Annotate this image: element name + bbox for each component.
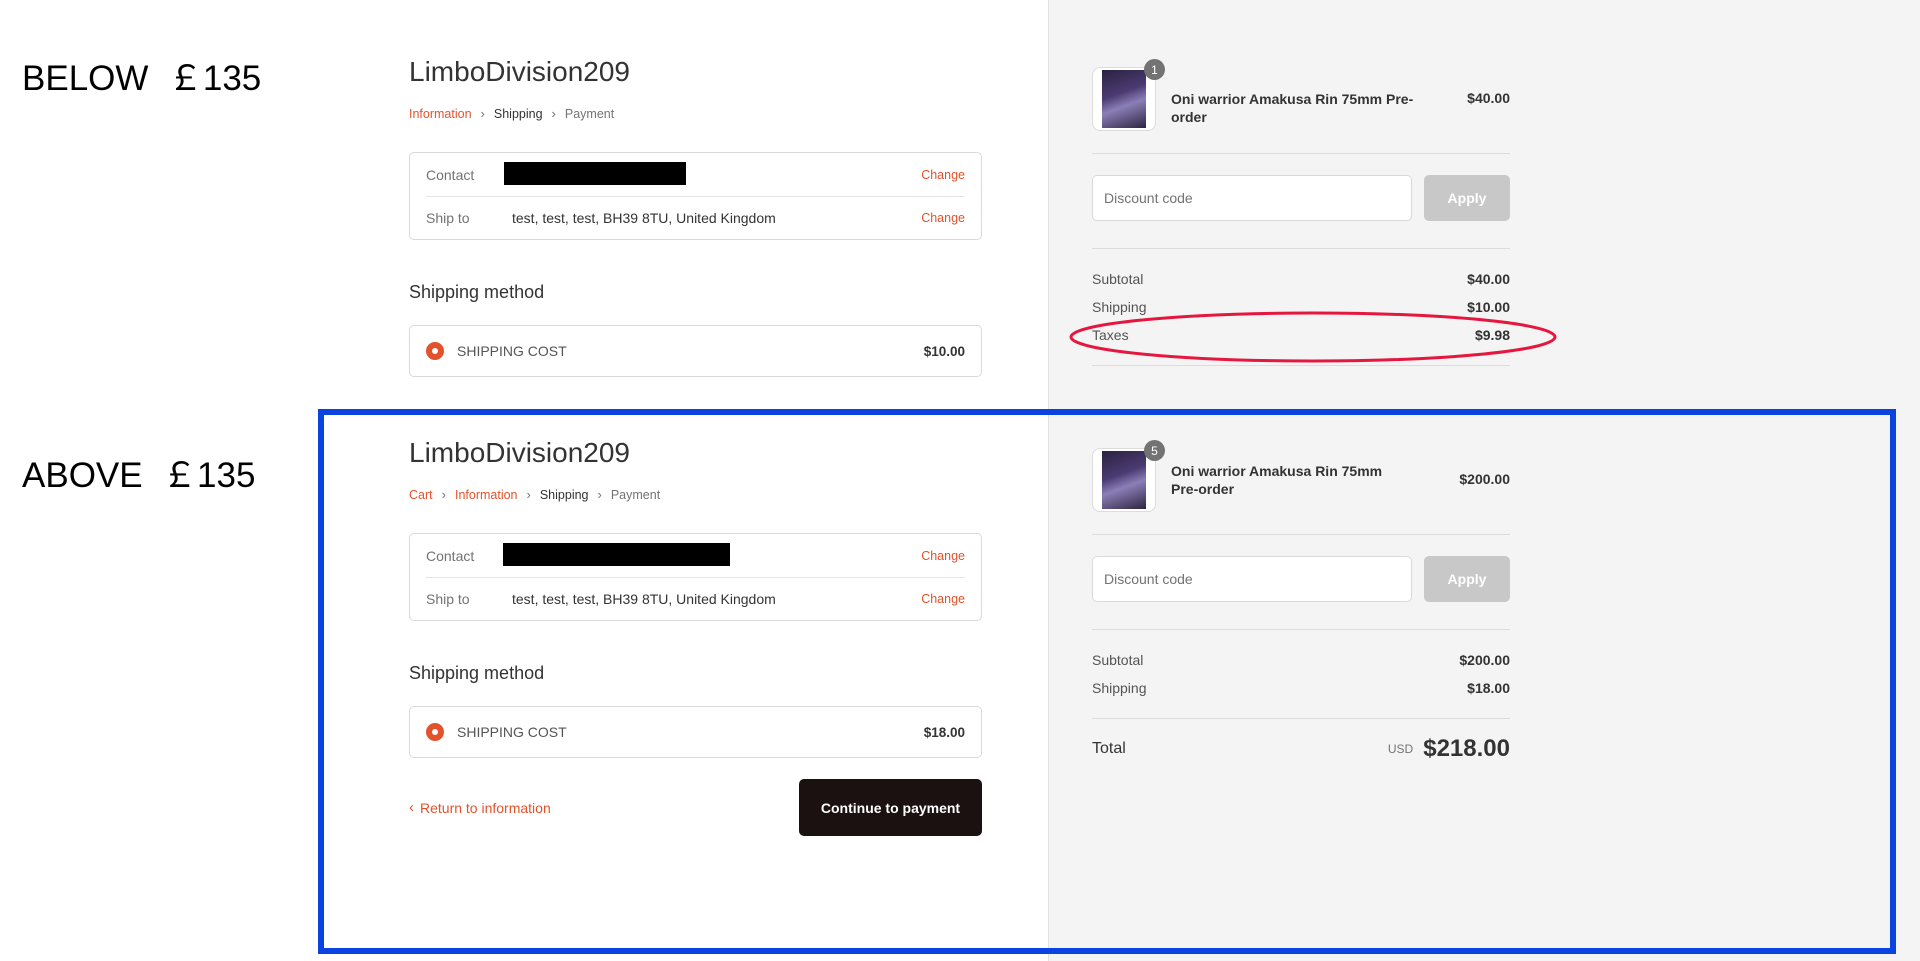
shipping-option-name: SHIPPING COST (457, 343, 567, 359)
shop-title: LimboDivision209 (409, 56, 631, 87)
above-threshold-frame (318, 409, 1896, 954)
chevron-right-icon: › (551, 106, 556, 121)
subtotal-value: $40.00 (1467, 271, 1510, 287)
contact-row: Contact Change (426, 154, 965, 196)
radio-selected-icon[interactable] (426, 342, 444, 360)
above-threshold-label: ABOVE ￡135 (22, 456, 256, 495)
change-address-link[interactable]: Change (921, 211, 965, 225)
subtotal-label: Subtotal (1092, 271, 1144, 287)
taxes-highlight-ellipse (1069, 311, 1557, 363)
apply-discount-button[interactable]: Apply (1424, 175, 1510, 221)
shipping-method-title: Shipping method (409, 282, 545, 302)
breadcrumb-information[interactable]: Information (409, 107, 472, 121)
discount-code-input[interactable]: Discount code (1092, 175, 1412, 221)
summary-divider (1092, 248, 1510, 249)
product-price: $40.00 (1467, 90, 1510, 106)
shipping-option[interactable]: SHIPPING COST $10.00 (409, 325, 982, 377)
ship-to-label: Ship to (426, 210, 470, 226)
product-image (1102, 70, 1146, 128)
below-threshold-label: BELOW ￡135 (22, 59, 262, 98)
breadcrumb-shipping: Shipping (493, 106, 543, 121)
chevron-right-icon: › (480, 106, 485, 121)
subtotal-row: Subtotal $40.00 (1092, 271, 1510, 287)
ship-to-row: Ship to test, test, test, BH39 8TU, Unit… (426, 197, 965, 239)
contact-label: Contact (426, 167, 475, 183)
product-thumbnail: 1 (1092, 59, 1165, 131)
product-name: Oni warrior Amakusa Rin 75mm Pre-order (1171, 91, 1414, 125)
redacted-contact (504, 162, 686, 185)
shipping-option-price: $10.00 (923, 343, 965, 359)
ship-to-address: test, test, test, BH39 8TU, United Kingd… (512, 210, 776, 226)
change-contact-link[interactable]: Change (921, 168, 965, 182)
breadcrumb: Information › Shipping › Payment (409, 106, 614, 121)
review-box: Contact Change Ship to test, test, test,… (409, 152, 982, 240)
breadcrumb-payment: Payment (564, 106, 615, 121)
quantity-badge: 1 (1144, 59, 1165, 80)
summary-divider (1092, 153, 1510, 154)
